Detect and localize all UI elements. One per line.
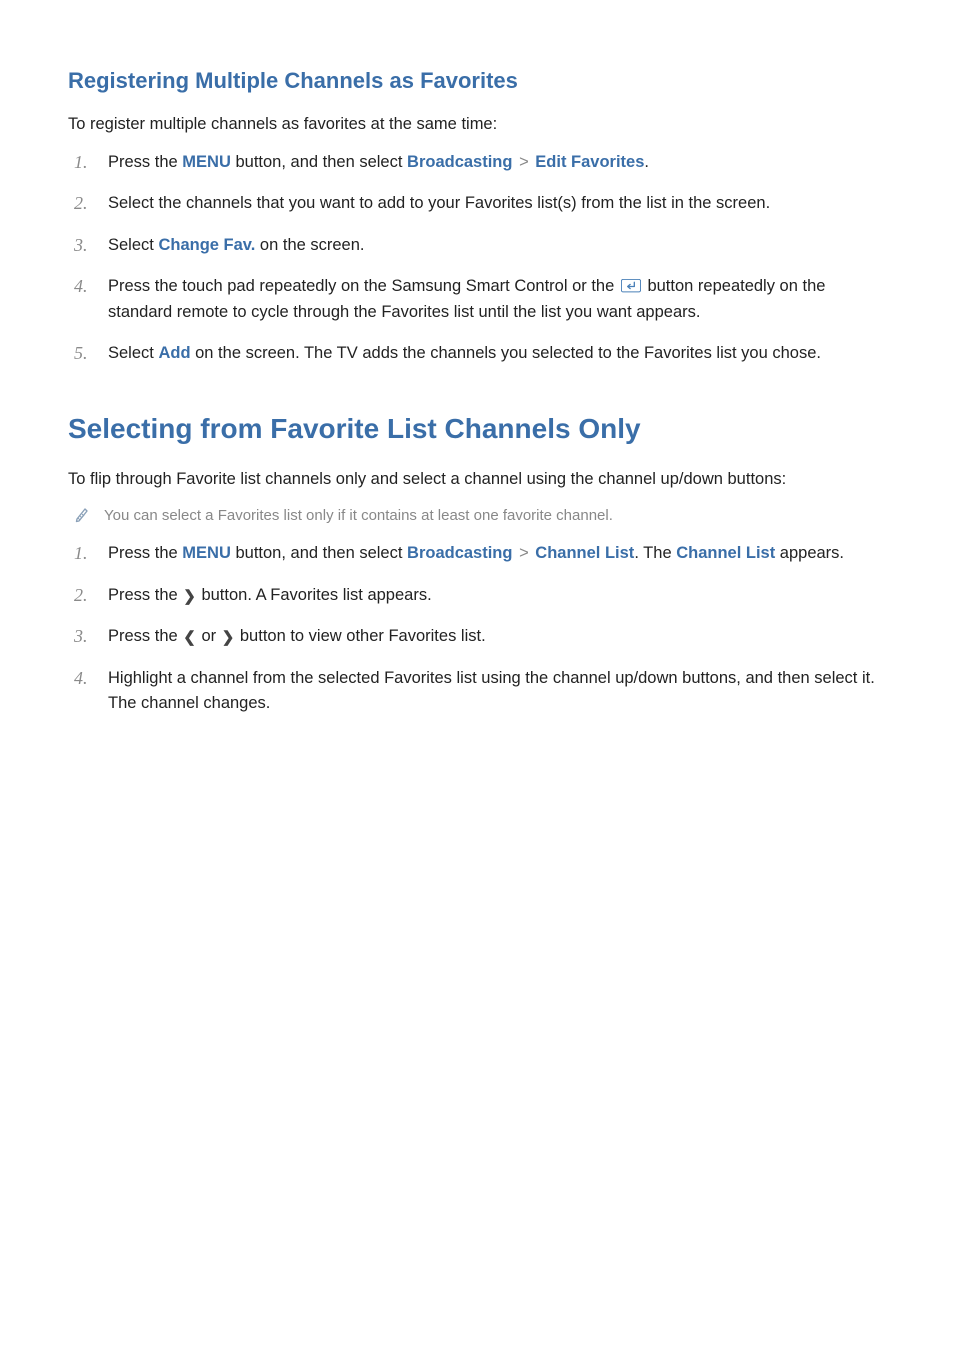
breadcrumb-sep: > <box>519 153 529 171</box>
text: Press the <box>108 544 182 562</box>
text: Select <box>108 236 158 254</box>
menu-keyword: MENU <box>182 544 231 562</box>
section1-step-3: Select Change Fav. on the screen. <box>68 233 886 259</box>
channel-list-keyword: Channel List <box>676 544 775 562</box>
text: . The <box>634 544 676 562</box>
section1-lead: To register multiple channels as favorit… <box>68 112 886 138</box>
section1-step-4: Press the touch pad repeatedly on the Sa… <box>68 274 886 325</box>
edit-favorites-keyword: Edit Favorites <box>535 153 644 171</box>
text: Press the <box>108 586 182 604</box>
chevron-right-icon: ❯ <box>183 585 196 608</box>
section2-steps: Press the MENU button, and then select B… <box>68 541 886 717</box>
section1-steps: Press the MENU button, and then select B… <box>68 150 886 367</box>
text: on the screen. The TV adds the channels … <box>191 344 821 362</box>
broadcasting-keyword: Broadcasting <box>407 544 512 562</box>
text: appears. <box>775 544 844 562</box>
section2-step-2: Press the ❯ button. A Favorites list app… <box>68 583 886 609</box>
text: Press the <box>108 153 182 171</box>
text: button to view other Favorites list. <box>235 627 485 645</box>
text: button, and then select <box>231 544 407 562</box>
chevron-left-icon: ❮ <box>183 626 196 649</box>
enter-button-icon <box>621 279 641 293</box>
breadcrumb-sep: > <box>519 544 529 562</box>
section2-step-4: Highlight a channel from the selected Fa… <box>68 666 886 717</box>
text: Press the touch pad repeatedly on the Sa… <box>108 277 619 295</box>
document-page: Registering Multiple Channels as Favorit… <box>0 0 954 1350</box>
add-keyword: Add <box>158 344 190 362</box>
section2-note: You can select a Favorites list only if … <box>68 505 886 528</box>
text: or <box>197 627 221 645</box>
section2-step-3: Press the ❮ or ❯ button to view other Fa… <box>68 624 886 650</box>
section2-title: Selecting from Favorite List Channels On… <box>68 413 886 445</box>
text: button. A Favorites list appears. <box>197 586 432 604</box>
note-text: You can select a Favorites list only if … <box>104 505 613 528</box>
text: button, and then select <box>231 153 407 171</box>
section1-step-1: Press the MENU button, and then select B… <box>68 150 886 176</box>
section2-step-1: Press the MENU button, and then select B… <box>68 541 886 567</box>
text: Press the <box>108 627 182 645</box>
text: . <box>644 153 649 171</box>
section2-lead: To flip through Favorite list channels o… <box>68 467 886 493</box>
section1-step-5: Select Add on the screen. The TV adds th… <box>68 341 886 367</box>
chevron-right-icon: ❯ <box>222 626 235 649</box>
text: Select <box>108 344 158 362</box>
channel-list-keyword: Channel List <box>535 544 634 562</box>
text: on the screen. <box>255 236 364 254</box>
broadcasting-keyword: Broadcasting <box>407 153 512 171</box>
menu-keyword: MENU <box>182 153 231 171</box>
note-pencil-icon <box>74 506 90 524</box>
section1-title: Registering Multiple Channels as Favorit… <box>68 68 886 94</box>
section1-step-2: Select the channels that you want to add… <box>68 191 886 217</box>
change-fav-keyword: Change Fav. <box>158 236 255 254</box>
